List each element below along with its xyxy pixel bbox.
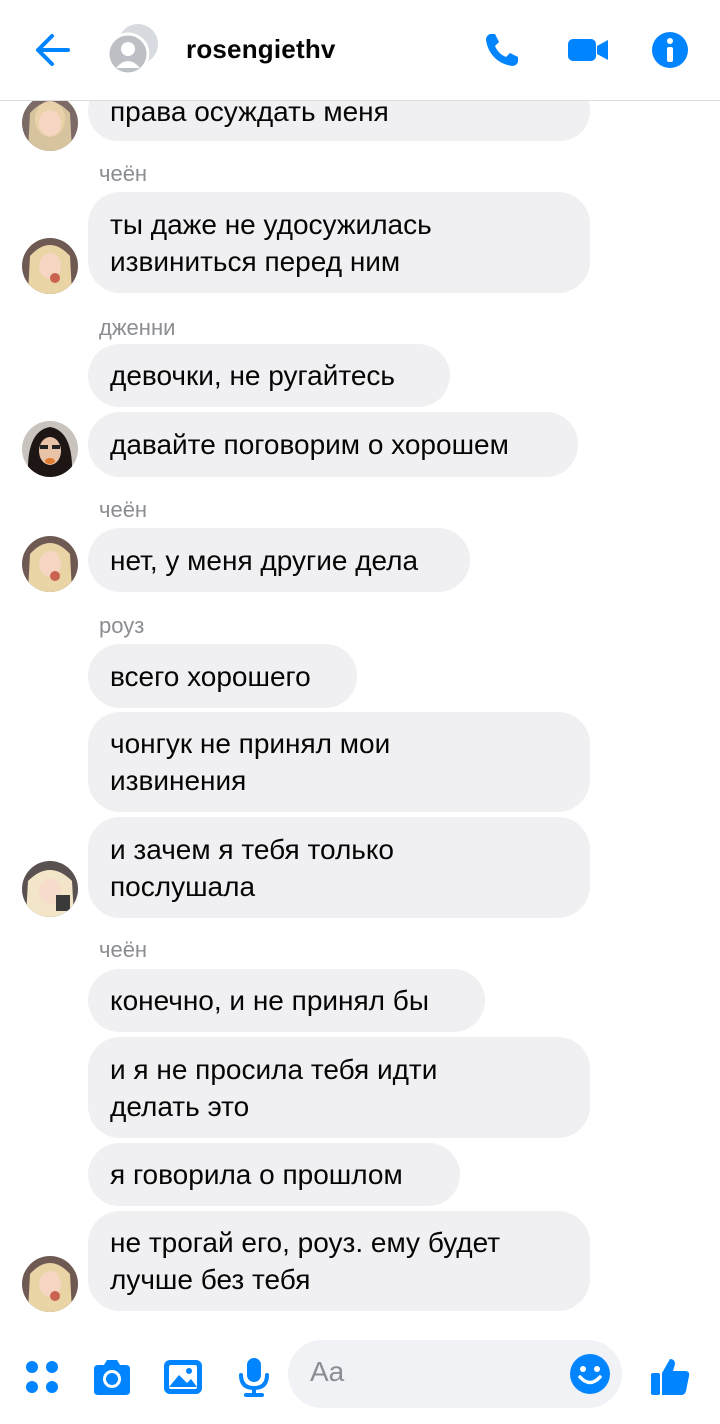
message-bubble[interactable]: ты даже не удосужилась извиниться перед … — [88, 192, 590, 293]
message-bubble[interactable]: девочки, не ругайтесь — [88, 344, 450, 407]
message-list[interactable]: права осуждать меня чеён ты даже не удос… — [0, 101, 720, 1330]
message-text: извиниться перед ним — [110, 245, 401, 277]
avatar-chaeyoung[interactable] — [22, 1256, 78, 1312]
message-text: всего хорошего — [110, 660, 311, 692]
sender-name: чеён — [99, 161, 148, 186]
back-arrow-icon[interactable] — [32, 30, 72, 70]
gallery-icon[interactable] — [161, 1355, 205, 1399]
message-input[interactable]: Aa — [288, 1340, 622, 1408]
message-text: делать это — [110, 1090, 250, 1122]
message-bubble[interactable]: чонгук не принял мои извинения — [88, 712, 590, 812]
message-text: извинения — [110, 765, 247, 796]
message-bubble[interactable]: конечно, и не принял бы — [88, 969, 485, 1032]
camera-icon[interactable] — [90, 1355, 134, 1399]
message-text: чонгук не принял мои — [110, 728, 391, 759]
message-text: не трогай его, роуз. ему будет — [110, 1227, 501, 1258]
message-text: послушала — [110, 870, 256, 902]
emoji-icon[interactable] — [568, 1352, 612, 1396]
sender-name: дженни — [99, 315, 176, 340]
message-bubble[interactable]: нет, у меня другие дела — [88, 528, 470, 592]
message-text: нет, у меня другие дела — [110, 544, 419, 576]
message-bubble[interactable]: давайте поговорим о хорошем — [88, 412, 578, 477]
message-bubble[interactable]: и зачем я тебя только послушала — [88, 817, 590, 918]
message-text: права осуждать меня — [110, 101, 389, 127]
sender-name: чеён — [99, 937, 148, 962]
avatar-chaeyoung[interactable] — [22, 101, 78, 151]
avatar-chaeyoung[interactable] — [22, 238, 78, 294]
message-bubble[interactable]: права осуждать меня — [88, 101, 590, 141]
avatar-jennie[interactable] — [22, 421, 78, 477]
message-bubble[interactable]: не трогай его, роуз. ему будет лучше без… — [88, 1211, 590, 1311]
message-bubble[interactable]: я говорила о прошлом — [88, 1143, 460, 1206]
video-camera-icon[interactable] — [566, 30, 610, 70]
like-icon[interactable] — [648, 1355, 692, 1399]
avatar-rose[interactable] — [22, 861, 78, 917]
message-text: ты даже не удосужилась — [110, 208, 432, 240]
message-input-placeholder: Aa — [310, 1356, 345, 1387]
microphone-icon[interactable] — [232, 1355, 276, 1399]
message-text: девочки, не ругайтесь — [110, 360, 396, 391]
message-bubble[interactable]: и я не просила тебя идти делать это — [88, 1037, 590, 1138]
message-text: я говорила о прошлом — [110, 1159, 403, 1190]
message-bubble[interactable]: всего хорошего — [88, 644, 357, 708]
menu-dots-icon[interactable] — [20, 1355, 64, 1399]
phone-icon[interactable] — [482, 30, 522, 70]
avatar-chaeyoung[interactable] — [22, 536, 78, 592]
sender-name: чеён — [99, 497, 148, 522]
message-text: лучше без тебя — [110, 1264, 311, 1295]
info-icon[interactable] — [650, 30, 690, 70]
message-text: и я не просила тебя идти — [110, 1053, 438, 1085]
message-text: и зачем я тебя только — [110, 833, 395, 865]
message-text: конечно, и не принял бы — [110, 985, 429, 1016]
chat-header: rosengiethv — [0, 0, 720, 101]
conversation-title: rosengiethv — [186, 34, 336, 64]
avatar-placeholder-icon[interactable] — [104, 22, 160, 78]
message-text: давайте поговорим о хорошем — [110, 429, 509, 460]
sender-name: роуз — [99, 613, 145, 638]
